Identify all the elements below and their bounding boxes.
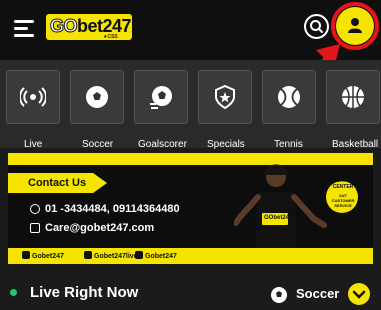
category-live-box <box>6 70 60 124</box>
logo-go: GO <box>49 16 78 37</box>
sport-category-bar: Live Soccer Goalscorer Specials Tennis B… <box>0 60 381 150</box>
phone-icon <box>30 204 40 214</box>
gobet247-logo[interactable]: GObet247 <box>46 14 132 40</box>
menu-hamburger-icon[interactable] <box>14 20 36 38</box>
category-tennis[interactable]: Tennis <box>262 70 316 150</box>
instagram-icon <box>84 251 92 259</box>
category-label: Specials <box>207 139 245 150</box>
category-soccer-box <box>70 70 124 124</box>
chat-center-bubble: CHAT CENTER <box>332 178 354 190</box>
logo-247: 247 <box>102 16 132 36</box>
facebook-icon <box>22 251 30 259</box>
social-instagram[interactable]: Gobet247live <box>84 251 138 260</box>
category-tennis-box <box>262 70 316 124</box>
top-header: GObet247 ★CSS <box>0 0 381 60</box>
live-right-now-heading: Live Right Now <box>30 284 139 301</box>
social-twitter[interactable]: Gobet247 <box>135 251 177 260</box>
social-twitter-text: Gobet247 <box>145 253 177 260</box>
sport-selector-dropdown[interactable]: Soccer <box>270 283 374 307</box>
category-basketball[interactable]: Basketball <box>326 70 380 150</box>
contact-email: Care@gobet247.com <box>30 222 154 234</box>
category-goalscorer-box <box>134 70 188 124</box>
selected-sport: Soccer <box>296 286 340 301</box>
soccer-ball-icon <box>86 86 108 108</box>
category-label: Goalscorer <box>138 139 187 150</box>
category-label: Soccer <box>82 139 114 150</box>
logo-bet: bet <box>77 16 103 36</box>
contact-phone: 01 -3434484, 09114364480 <box>30 203 180 215</box>
contact-us-title: Contact Us <box>8 173 107 193</box>
shirt-logo-text: GObet247 <box>264 215 293 221</box>
logo-subtext: ★CSS <box>103 34 118 40</box>
soccer-ball-icon <box>271 287 287 303</box>
shield-star-icon <box>215 84 235 110</box>
contact-email-text: Care@gobet247.com <box>45 222 155 234</box>
category-label: Tennis <box>274 139 303 150</box>
chevron-down-icon <box>352 290 366 299</box>
social-instagram-text: Gobet247live <box>94 253 138 260</box>
live-broadcast-icon <box>20 87 46 107</box>
category-label: Live <box>24 139 43 150</box>
twitter-icon <box>135 251 143 259</box>
basketball-icon <box>342 86 364 108</box>
social-facebook[interactable]: Gobet247 <box>22 251 64 260</box>
user-icon <box>348 18 362 33</box>
category-live[interactable]: Live <box>6 70 60 150</box>
category-specials[interactable]: Specials <box>198 70 252 150</box>
goalscorer-icon <box>150 86 172 109</box>
search-icon <box>310 20 323 33</box>
category-specials-box <box>198 70 252 124</box>
category-label: Basketball <box>332 139 379 150</box>
email-icon <box>30 223 40 233</box>
contact-phone-text: 01 -3434484, 09114364480 <box>45 203 180 215</box>
customer-service-text: 24/7 CUSTOMER SERVICE <box>331 193 355 208</box>
banner-social-strip: Gobet247 Gobet247live Gobet247 <box>8 248 373 264</box>
social-facebook-text: Gobet247 <box>32 253 64 260</box>
live-indicator-dot <box>10 289 17 296</box>
category-goalscorer[interactable]: Goalscorer <box>134 70 188 150</box>
account-button[interactable] <box>336 7 374 45</box>
dropdown-toggle[interactable] <box>348 283 370 305</box>
tennis-ball-icon <box>278 86 300 108</box>
promo-banner[interactable]: Contact Us 01 -3434484, 09114364480 Care… <box>8 153 373 263</box>
category-soccer[interactable]: Soccer <box>70 70 124 150</box>
search-button[interactable] <box>304 14 329 39</box>
category-basketball-box <box>326 70 380 124</box>
